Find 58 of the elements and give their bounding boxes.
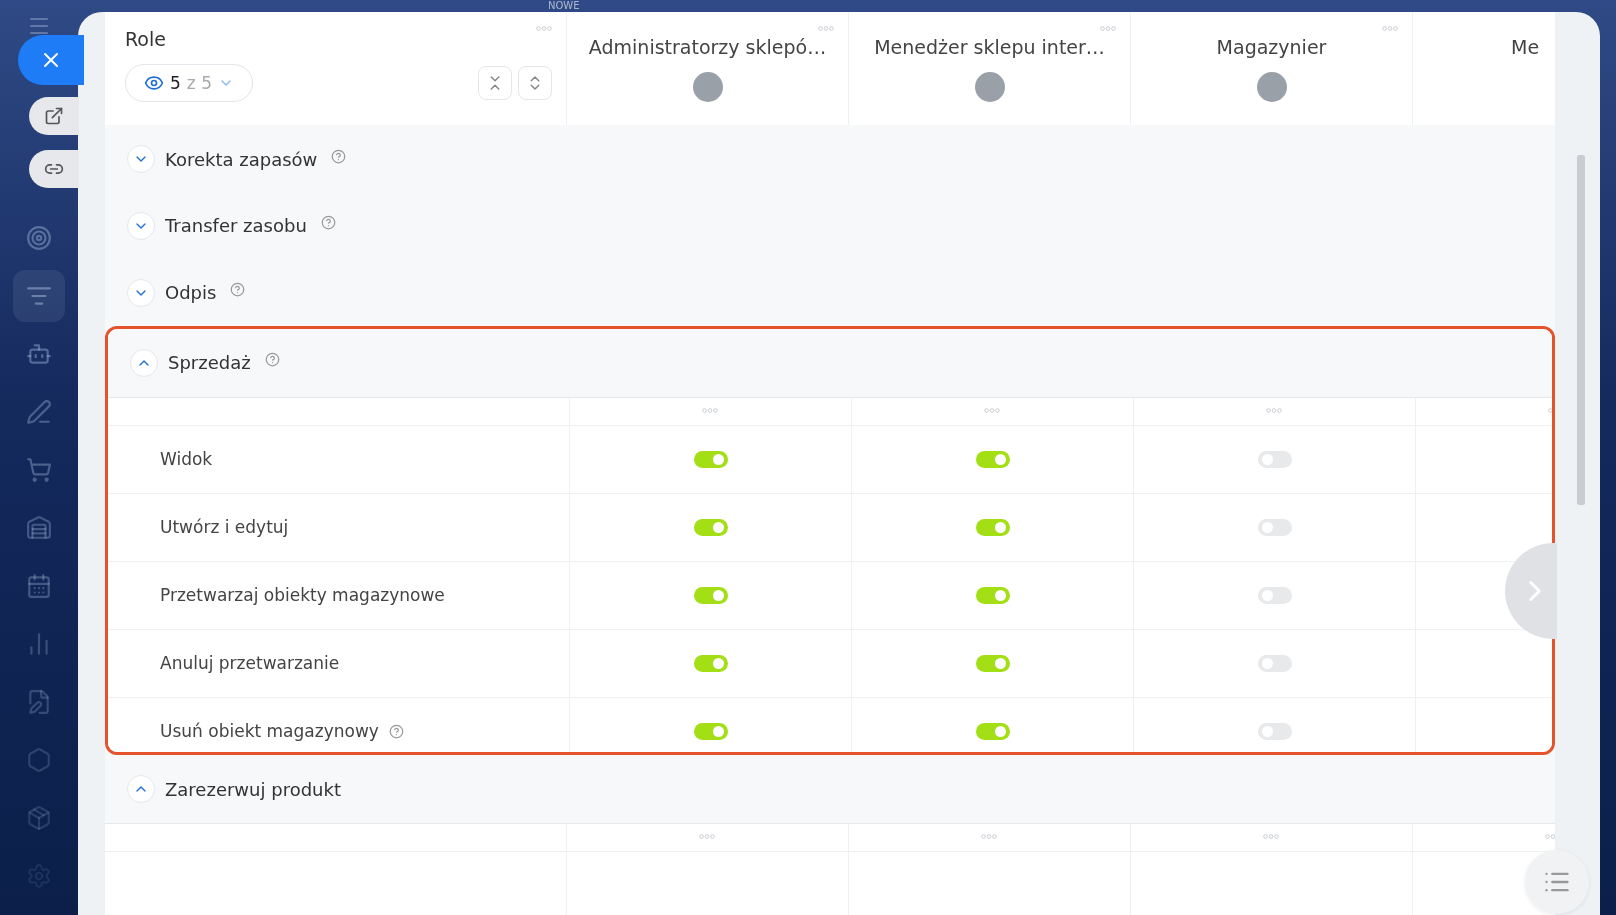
permission-label: Usuń obiekt magazynowy [160,721,379,742]
expand-toggle-button[interactable] [127,145,155,173]
help-icon[interactable] [331,148,347,164]
help-icon[interactable] [264,352,280,368]
permission-label: Anuluj przetwarzanie [160,653,340,674]
new-label: NOWE [548,0,580,12]
toggle-switch[interactable] [975,654,1010,672]
more-icon[interactable] [699,834,715,840]
section-title: Zarezerwuj produkt [165,778,341,800]
expand-all-button[interactable] [518,66,552,100]
expand-toggle-button[interactable] [127,775,155,804]
more-icon[interactable] [981,834,997,840]
toggle-switch[interactable] [975,518,1010,536]
eye-icon [144,73,164,93]
toggle-switch[interactable] [693,654,728,672]
permission-label: Przetwarzaj obiekty magazynowe [160,585,445,606]
permission-label: Widok [160,449,213,470]
more-icon[interactable] [1266,407,1282,413]
help-icon[interactable] [320,215,336,231]
role-title: Role [125,28,166,50]
more-icon[interactable] [1545,834,1555,840]
more-icon[interactable] [1100,26,1116,31]
more-icon[interactable] [536,26,552,31]
role-name: Magazynier [1216,36,1327,58]
more-icon[interactable] [818,26,834,31]
close-button[interactable] [18,35,84,85]
role-name: Administratorzy sklepó… [588,36,827,58]
collapse-all-button[interactable] [478,66,512,100]
toggle-switch[interactable] [975,450,1010,468]
expand-toggle-button[interactable] [127,211,155,240]
role-name: Menedżer sklepu inter… [874,36,1105,58]
more-icon[interactable] [984,407,1000,413]
toggle-switch[interactable] [693,722,728,740]
more-icon[interactable] [1382,26,1398,31]
toggle-switch[interactable] [975,586,1010,604]
section-title: Korekta zapasów [165,148,318,170]
help-icon[interactable] [388,723,404,739]
toggle-switch[interactable] [693,518,728,536]
section-title: Odpis [165,282,217,304]
permission-label: Utwórz i edytuj [160,517,289,538]
external-link-icon [44,106,64,126]
toggle-switch[interactable] [693,586,728,604]
expand-toggle-button[interactable] [130,348,158,377]
more-icon[interactable] [1263,834,1279,840]
toggle-switch[interactable] [693,450,728,468]
copy-link-button[interactable] [29,150,79,188]
menu-icon[interactable] [27,18,51,34]
expand-toggle-button[interactable] [127,278,155,307]
section-title: Sprzedaż [168,352,251,374]
section-title: Transfer zasobu [165,215,307,237]
visible-roles-dropdown[interactable]: 5 z 5 [125,64,253,102]
help-icon[interactable] [230,282,246,298]
scrollbar[interactable] [1577,155,1585,505]
toggle-switch[interactable] [975,722,1010,740]
open-external-button[interactable] [29,97,79,135]
more-icon[interactable] [702,407,718,413]
filter-icon[interactable] [13,270,65,322]
role-name: Me [1510,36,1540,58]
